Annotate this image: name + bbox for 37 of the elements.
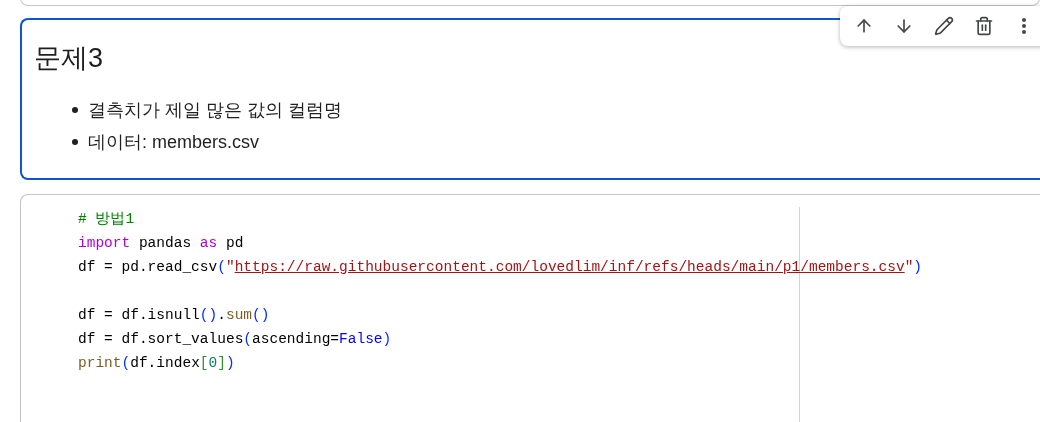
code-token: pd xyxy=(224,234,244,253)
trash-icon xyxy=(974,16,994,36)
code-token: import xyxy=(78,234,131,253)
code-token: print xyxy=(78,354,122,373)
cell-heading: 문제3 xyxy=(34,42,105,75)
code-token: () xyxy=(252,306,270,325)
code-token: df = df.sort_values xyxy=(78,330,244,349)
bullet-icon xyxy=(72,139,78,145)
code-token: ) xyxy=(913,258,923,277)
code-token: ) xyxy=(382,330,392,349)
code-token: " xyxy=(225,258,235,277)
code-token: ( xyxy=(217,258,226,277)
code-token: () xyxy=(199,306,218,325)
code-link[interactable]: https://raw.githubusercontent.com/lovedlim/inf/refs/heads/main/p1/members.csv xyxy=(234,255,905,279)
code-token: df.index xyxy=(130,354,200,373)
code-token: 0 xyxy=(208,354,218,373)
bullet-text: 데이터: members.csv xyxy=(88,130,260,154)
code-token: pandas xyxy=(137,234,193,253)
code-token: ( xyxy=(121,354,131,373)
code-token: [ xyxy=(199,354,209,373)
code-token: . xyxy=(217,306,226,325)
code-token: ] xyxy=(217,354,226,373)
more-icon xyxy=(1022,18,1026,34)
code-token: ( xyxy=(243,330,253,349)
code-token: as xyxy=(199,234,218,253)
code-token: False xyxy=(339,330,383,349)
pencil-icon xyxy=(934,16,954,36)
code-token: " xyxy=(904,258,914,277)
code-token: ) xyxy=(225,354,235,373)
bullet-text: 결측치가 제일 많은 값의 컬럼명 xyxy=(88,98,342,122)
code-token: # 방법1 xyxy=(78,210,135,229)
code-token: sum xyxy=(225,306,253,325)
bullet-icon xyxy=(72,107,78,113)
code-token: df = df.isnull xyxy=(78,306,200,325)
code-token: ascending= xyxy=(252,330,340,349)
code-token: df = pd.read_csv xyxy=(78,258,218,277)
code-cell[interactable] xyxy=(20,194,1040,422)
